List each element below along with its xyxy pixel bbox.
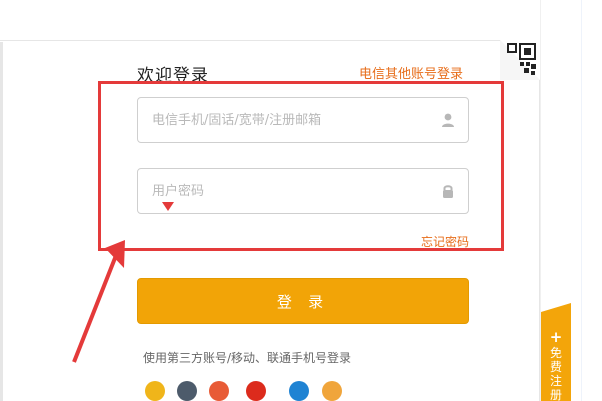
highlight-box: [98, 81, 504, 251]
social-login-icon-1[interactable]: [145, 381, 165, 401]
free-register-label: 免费注册: [549, 346, 562, 401]
left-divider: [0, 42, 3, 401]
social-login-icon-2[interactable]: [177, 381, 197, 401]
caret-indicator: [162, 202, 174, 211]
free-register-tab[interactable]: + 免费注册: [541, 303, 571, 401]
other-account-link[interactable]: 电信其他账号登录: [359, 63, 463, 82]
qr-code-icon[interactable]: [500, 40, 540, 80]
login-button[interactable]: 登 录: [137, 278, 469, 324]
page: 欢迎登录 电信其他账号登录 忘记密码 登 录 使用第三方账号/移动、联通手机号登…: [0, 0, 602, 401]
social-login-icon-5[interactable]: [289, 381, 309, 401]
social-login-icon-6[interactable]: [322, 381, 342, 401]
social-login-icon-3[interactable]: [209, 381, 229, 401]
annotation-arrow: [60, 230, 140, 370]
social-login-icon-4[interactable]: [246, 381, 266, 401]
third-party-login-text: 使用第三方账号/移动、联通手机号登录: [143, 351, 352, 365]
plus-icon: +: [549, 328, 563, 346]
